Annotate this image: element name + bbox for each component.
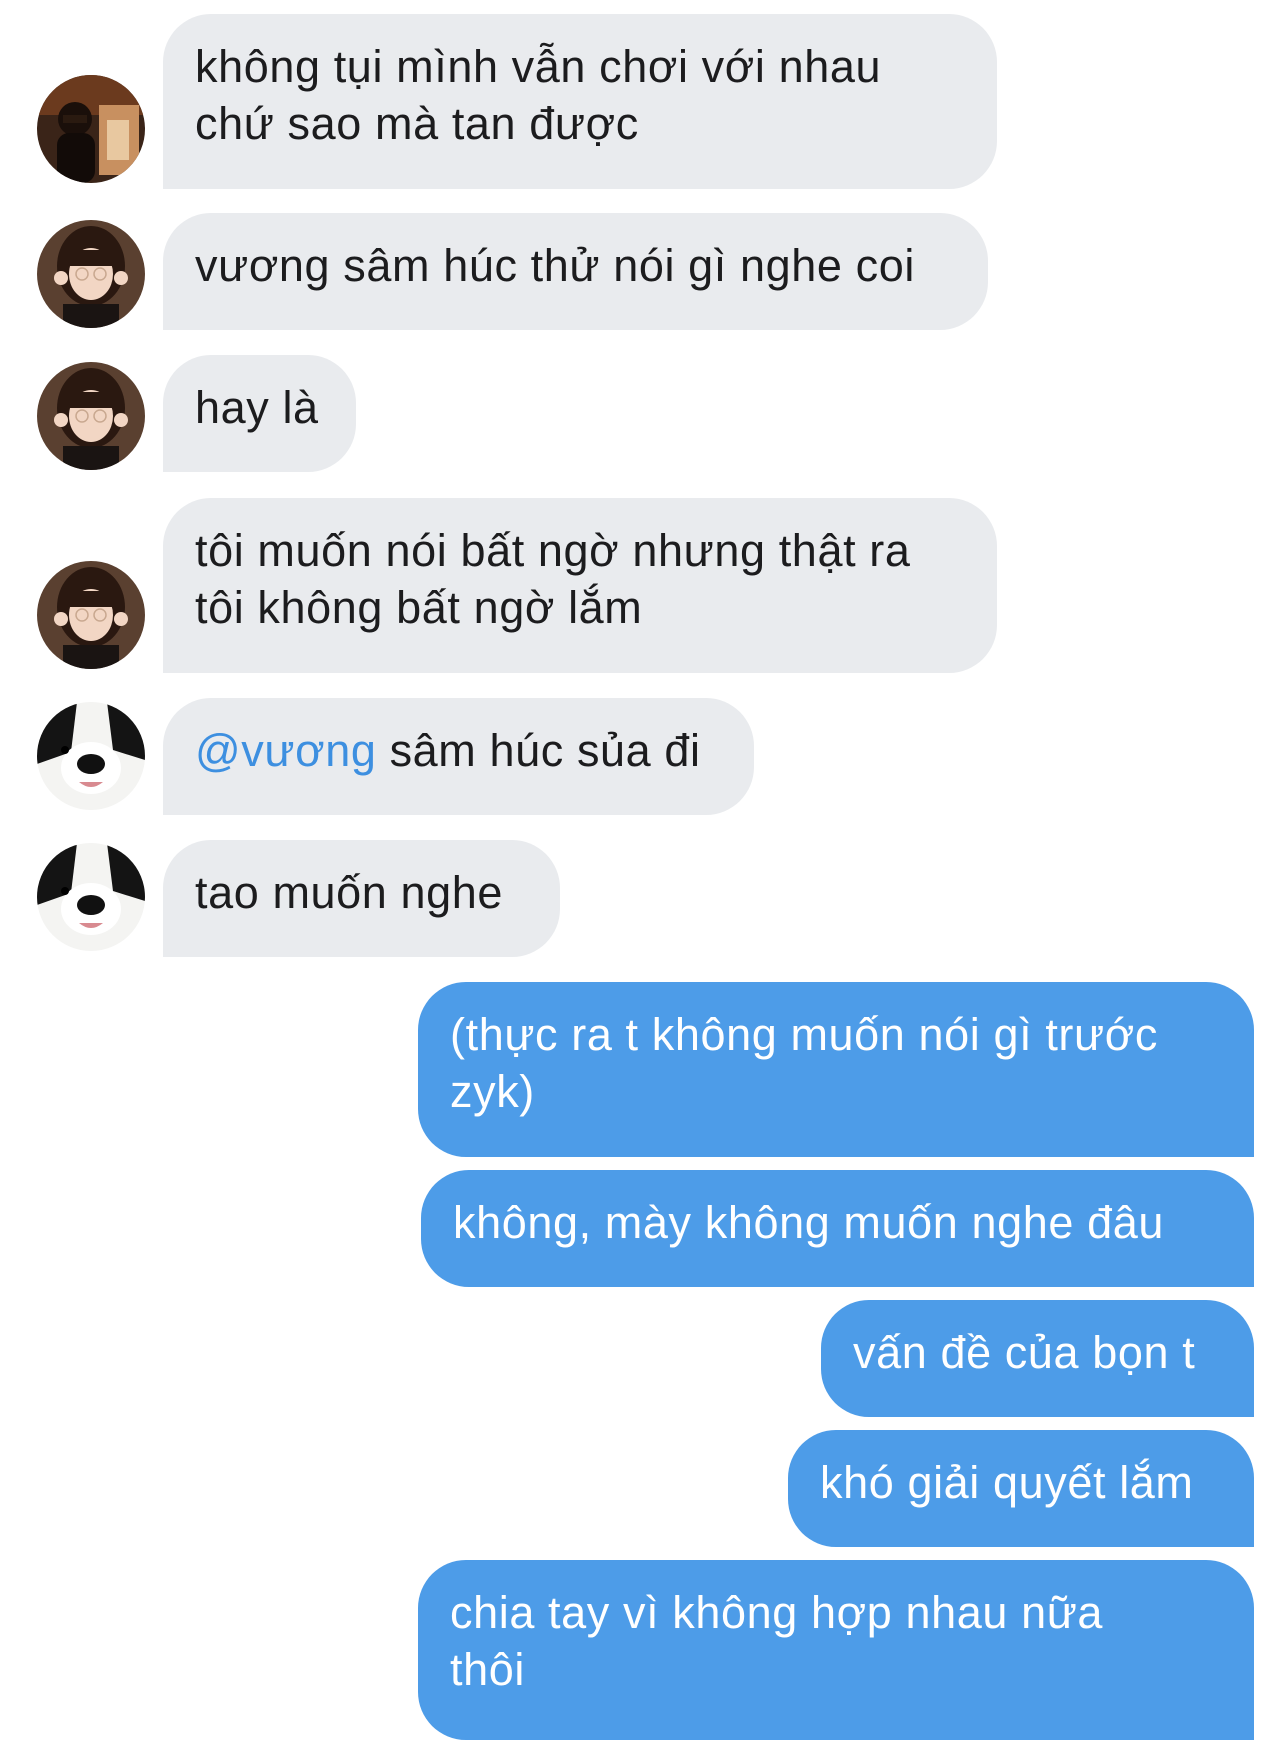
message-bubble-incoming[interactable]: không tụi mình vẫn chơi với nhau chứ sao…	[163, 14, 997, 189]
mention-link[interactable]: @vương	[195, 725, 376, 776]
message-bubble-outgoing[interactable]: (thực ra t không muốn nói gì trước zyk)	[418, 982, 1254, 1157]
message-text-rest: sâm húc sủa đi	[376, 725, 701, 776]
message-bubble-outgoing[interactable]: vấn đề của bọn t	[821, 1300, 1254, 1417]
message-text: hay là	[195, 382, 319, 433]
avatar-girl[interactable]	[37, 561, 145, 669]
message-text: thôi	[450, 1644, 525, 1695]
avatar-girl[interactable]	[37, 220, 145, 328]
message-text: chia tay vì không hợp nhau nữa	[450, 1587, 1104, 1638]
message-text: (thực ra t không muốn nói gì trước	[450, 1009, 1158, 1060]
avatar-dog[interactable]	[37, 702, 145, 810]
message-text: chứ sao mà tan được	[195, 98, 639, 149]
message-text: tôi muốn nói bất ngờ nhưng thật ra	[195, 525, 911, 576]
message-text: không, mày không muốn nghe đâu	[453, 1197, 1164, 1248]
message-text: tôi không bất ngờ lắm	[195, 582, 643, 633]
message-text: không tụi mình vẫn chơi với nhau	[195, 41, 882, 92]
message-bubble-outgoing[interactable]: không, mày không muốn nghe đâu	[421, 1170, 1254, 1287]
message-text: @vương sâm húc sủa đi	[195, 722, 722, 779]
message-bubble-incoming[interactable]: tôi muốn nói bất ngờ nhưng thật ra tôi k…	[163, 498, 997, 673]
message-text: vương sâm húc thử nói gì nghe coi	[195, 240, 915, 291]
girl-photo-icon	[37, 561, 145, 669]
girl-photo-icon	[37, 362, 145, 470]
message-text: zyk)	[450, 1066, 535, 1117]
message-text: tao muốn nghe	[195, 867, 504, 918]
message-bubble-incoming[interactable]: @vương sâm húc sủa đi	[163, 698, 754, 815]
message-text: khó giải quyết lắm	[820, 1457, 1194, 1508]
boy-photo-icon	[37, 75, 145, 183]
dog-photo-icon	[37, 702, 145, 810]
message-bubble-outgoing[interactable]: chia tay vì không hợp nhau nữa thôi	[418, 1560, 1254, 1740]
message-bubble-outgoing[interactable]: khó giải quyết lắm	[788, 1430, 1254, 1547]
message-bubble-incoming[interactable]: hay là	[163, 355, 356, 472]
dog-photo-icon	[37, 843, 145, 951]
avatar-boy[interactable]	[37, 75, 145, 183]
girl-photo-icon	[37, 220, 145, 328]
message-bubble-incoming[interactable]: vương sâm húc thử nói gì nghe coi	[163, 213, 988, 330]
message-bubble-incoming[interactable]: tao muốn nghe	[163, 840, 560, 957]
avatar-dog[interactable]	[37, 843, 145, 951]
avatar-girl[interactable]	[37, 362, 145, 470]
message-text: vấn đề của bọn t	[853, 1327, 1196, 1378]
